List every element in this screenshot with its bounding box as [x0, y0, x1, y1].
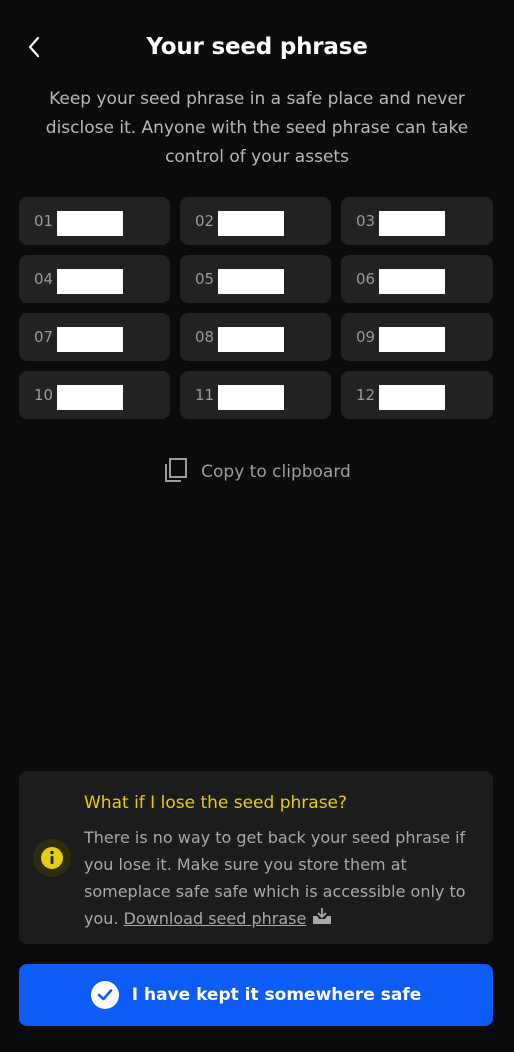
seed-word-cell[interactable]: 10	[19, 371, 170, 419]
seed-word-redacted	[379, 327, 445, 352]
seed-word-redacted	[218, 211, 284, 236]
warning-subtitle: Keep your seed phrase in a safe place an…	[45, 89, 469, 167]
seed-word-cell[interactable]: 12	[341, 371, 493, 419]
download-seed-phrase-link[interactable]: Download seed phrase	[124, 909, 307, 928]
seed-loss-info-card: What if I lose the seed phrase? There is…	[19, 771, 493, 944]
check-circle-icon	[90, 981, 119, 1009]
info-icon	[33, 839, 71, 877]
seed-word-cell[interactable]: 11	[180, 371, 331, 419]
seed-word-redacted	[57, 211, 123, 236]
seed-word-cell[interactable]: 09	[341, 313, 493, 361]
seed-word-number: 07	[34, 328, 54, 346]
seed-word-cell[interactable]: 08	[180, 313, 331, 361]
seed-word-redacted	[218, 327, 284, 352]
seed-word-cell[interactable]: 02	[180, 197, 331, 245]
seed-word-cell[interactable]: 07	[19, 313, 170, 361]
seed-word-redacted	[57, 327, 123, 352]
seed-word-number: 02	[195, 212, 215, 230]
info-body: There is no way to get back your seed ph…	[84, 824, 484, 933]
seed-word-cell[interactable]: 01	[19, 197, 170, 245]
seed-word-cell[interactable]: 05	[180, 255, 331, 303]
info-title: What if I lose the seed phrase?	[84, 793, 348, 813]
copy-label: Copy to clipboard	[201, 462, 351, 482]
seed-word-number: 06	[356, 270, 376, 288]
seed-word-number: 09	[356, 328, 376, 346]
seed-word-redacted	[57, 385, 123, 410]
seed-word-number: 05	[195, 270, 215, 288]
seed-word-cell[interactable]: 03	[341, 197, 493, 245]
download-icon[interactable]	[311, 906, 333, 933]
seed-word-redacted	[379, 385, 445, 410]
seed-word-redacted	[379, 269, 445, 294]
page-title: Your seed phrase	[146, 34, 368, 60]
seed-word-redacted	[218, 385, 284, 410]
seed-word-cell[interactable]: 06	[341, 255, 493, 303]
seed-word-number: 01	[34, 212, 54, 230]
seed-word-redacted	[379, 211, 445, 236]
seed-word-number: 08	[195, 328, 215, 346]
seed-word-number: 04	[34, 270, 54, 288]
seed-word-number: 11	[195, 386, 215, 404]
copy-to-clipboard-button[interactable]: Copy to clipboard	[0, 457, 514, 487]
seed-word-redacted	[57, 269, 123, 294]
seed-word-cell[interactable]: 04	[19, 255, 170, 303]
seed-word-number: 10	[34, 386, 54, 404]
copy-icon	[163, 457, 189, 487]
seed-phrase-grid: 01 02 03 04 05 06 07 08 09 10 11 12	[19, 197, 493, 419]
confirm-label: I have kept it somewhere safe	[131, 985, 422, 1005]
seed-word-number: 03	[356, 212, 376, 230]
seed-word-number: 12	[356, 386, 376, 404]
seed-word-redacted	[218, 269, 284, 294]
confirm-kept-safe-button[interactable]: I have kept it somewhere safe	[19, 964, 493, 1026]
